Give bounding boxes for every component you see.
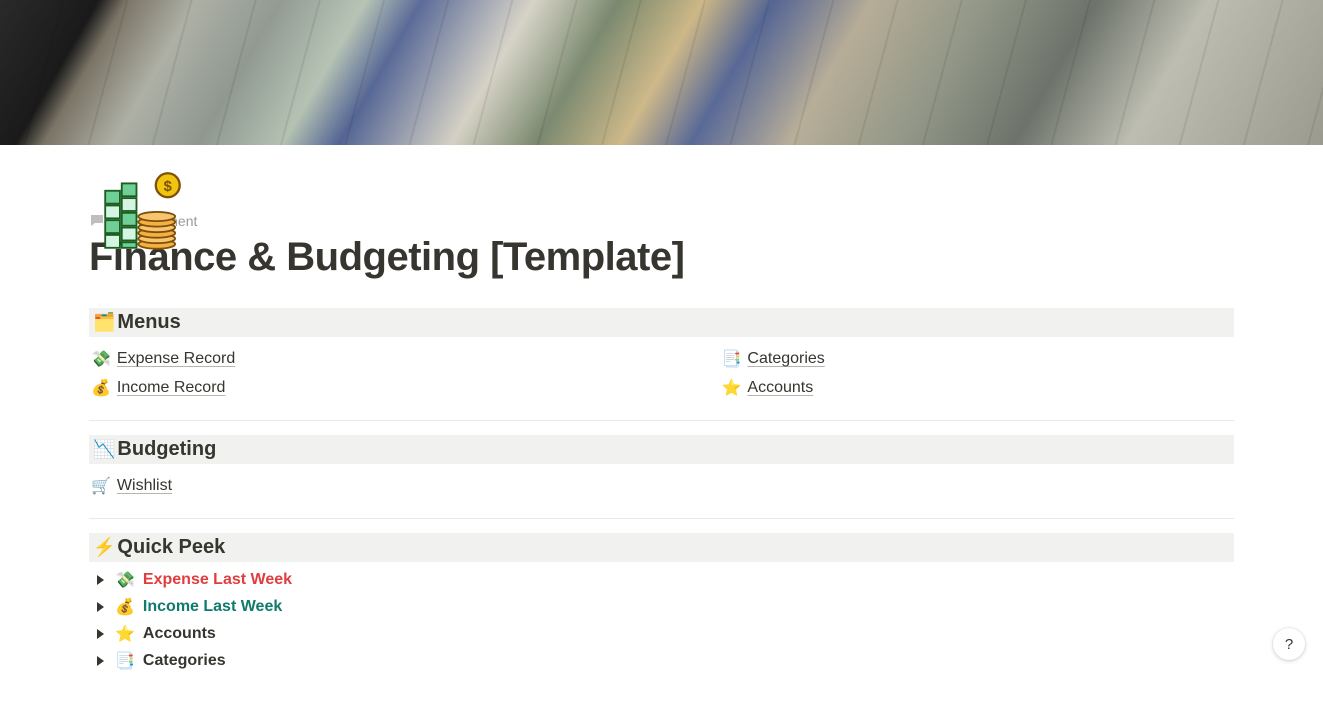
menu-item-income-record[interactable]: 💰 Income Record [91, 378, 602, 398]
caret-right-icon[interactable] [97, 575, 104, 585]
money-stack-icon: $ [96, 165, 188, 257]
menu-link: Expense Record [117, 350, 235, 368]
section-header-menus: 🗂️ Menus [89, 308, 1234, 337]
section-label: Menus [117, 311, 180, 334]
toggle-categories[interactable]: 📑 Categories [91, 651, 1232, 671]
money-bag-icon: 💰 [115, 597, 135, 617]
page-icon[interactable]: $ [89, 158, 194, 263]
page-title[interactable]: Finance & Budgeting [Template] [89, 235, 1234, 280]
cart-icon: 🛒 [91, 476, 111, 496]
menu-link: Wishlist [117, 477, 172, 495]
chart-down-icon: 📉 [93, 439, 115, 460]
section-label: Quick Peek [117, 536, 225, 559]
caret-right-icon[interactable] [97, 629, 104, 639]
caret-right-icon[interactable] [97, 602, 104, 612]
toggle-label: Expense Last Week [143, 571, 292, 589]
menu-link: Accounts [747, 379, 813, 397]
toggle-label: Income Last Week [143, 598, 282, 616]
divider [89, 518, 1234, 519]
page-content: $ Add comment Finance & Budgeting [Templ… [89, 213, 1234, 711]
budgeting-list: 🛒 Wishlist [89, 476, 1234, 496]
toggle-income-last-week[interactable]: 💰 Income Last Week [91, 597, 1232, 617]
menu-link: Income Record [117, 379, 226, 397]
menu-item-accounts[interactable]: ⭐ Accounts [722, 378, 1233, 398]
help-button[interactable]: ? [1273, 628, 1305, 660]
menu-link: Categories [747, 350, 824, 368]
menus-grid: 💸 Expense Record 📑 Categories 💰 Income R… [89, 349, 1234, 398]
svg-text:$: $ [163, 178, 171, 194]
toggle-accounts[interactable]: ⭐ Accounts [91, 624, 1232, 644]
lightning-icon: ⚡ [93, 537, 115, 558]
section-header-quickpeek: ⚡ Quick Peek [89, 533, 1234, 562]
tabs-icon: 📑 [115, 651, 135, 671]
quickpeek-list: 💸 Expense Last Week 💰 Income Last Week ⭐… [89, 570, 1234, 671]
star-icon: ⭐ [722, 378, 742, 398]
money-bag-icon: 💰 [91, 378, 111, 398]
menu-item-categories[interactable]: 📑 Categories [722, 349, 1233, 369]
toggle-label: Accounts [143, 625, 216, 643]
add-comment-button[interactable]: Add comment [89, 213, 1234, 229]
money-wings-icon: 💸 [91, 349, 111, 369]
caret-right-icon[interactable] [97, 656, 104, 666]
money-wings-icon: 💸 [115, 570, 135, 590]
tabs-icon: 📑 [722, 349, 742, 369]
section-header-budgeting: 📉 Budgeting [89, 435, 1234, 464]
cover-image [0, 0, 1323, 145]
toggle-expense-last-week[interactable]: 💸 Expense Last Week [91, 570, 1232, 590]
star-icon: ⭐ [115, 624, 135, 644]
menu-item-expense-record[interactable]: 💸 Expense Record [91, 349, 602, 369]
divider [89, 420, 1234, 421]
folder-icon: 🗂️ [93, 312, 115, 333]
toggle-label: Categories [143, 652, 226, 670]
section-label: Budgeting [117, 438, 216, 461]
help-icon: ? [1285, 636, 1293, 653]
menu-item-wishlist[interactable]: 🛒 Wishlist [91, 476, 1232, 496]
